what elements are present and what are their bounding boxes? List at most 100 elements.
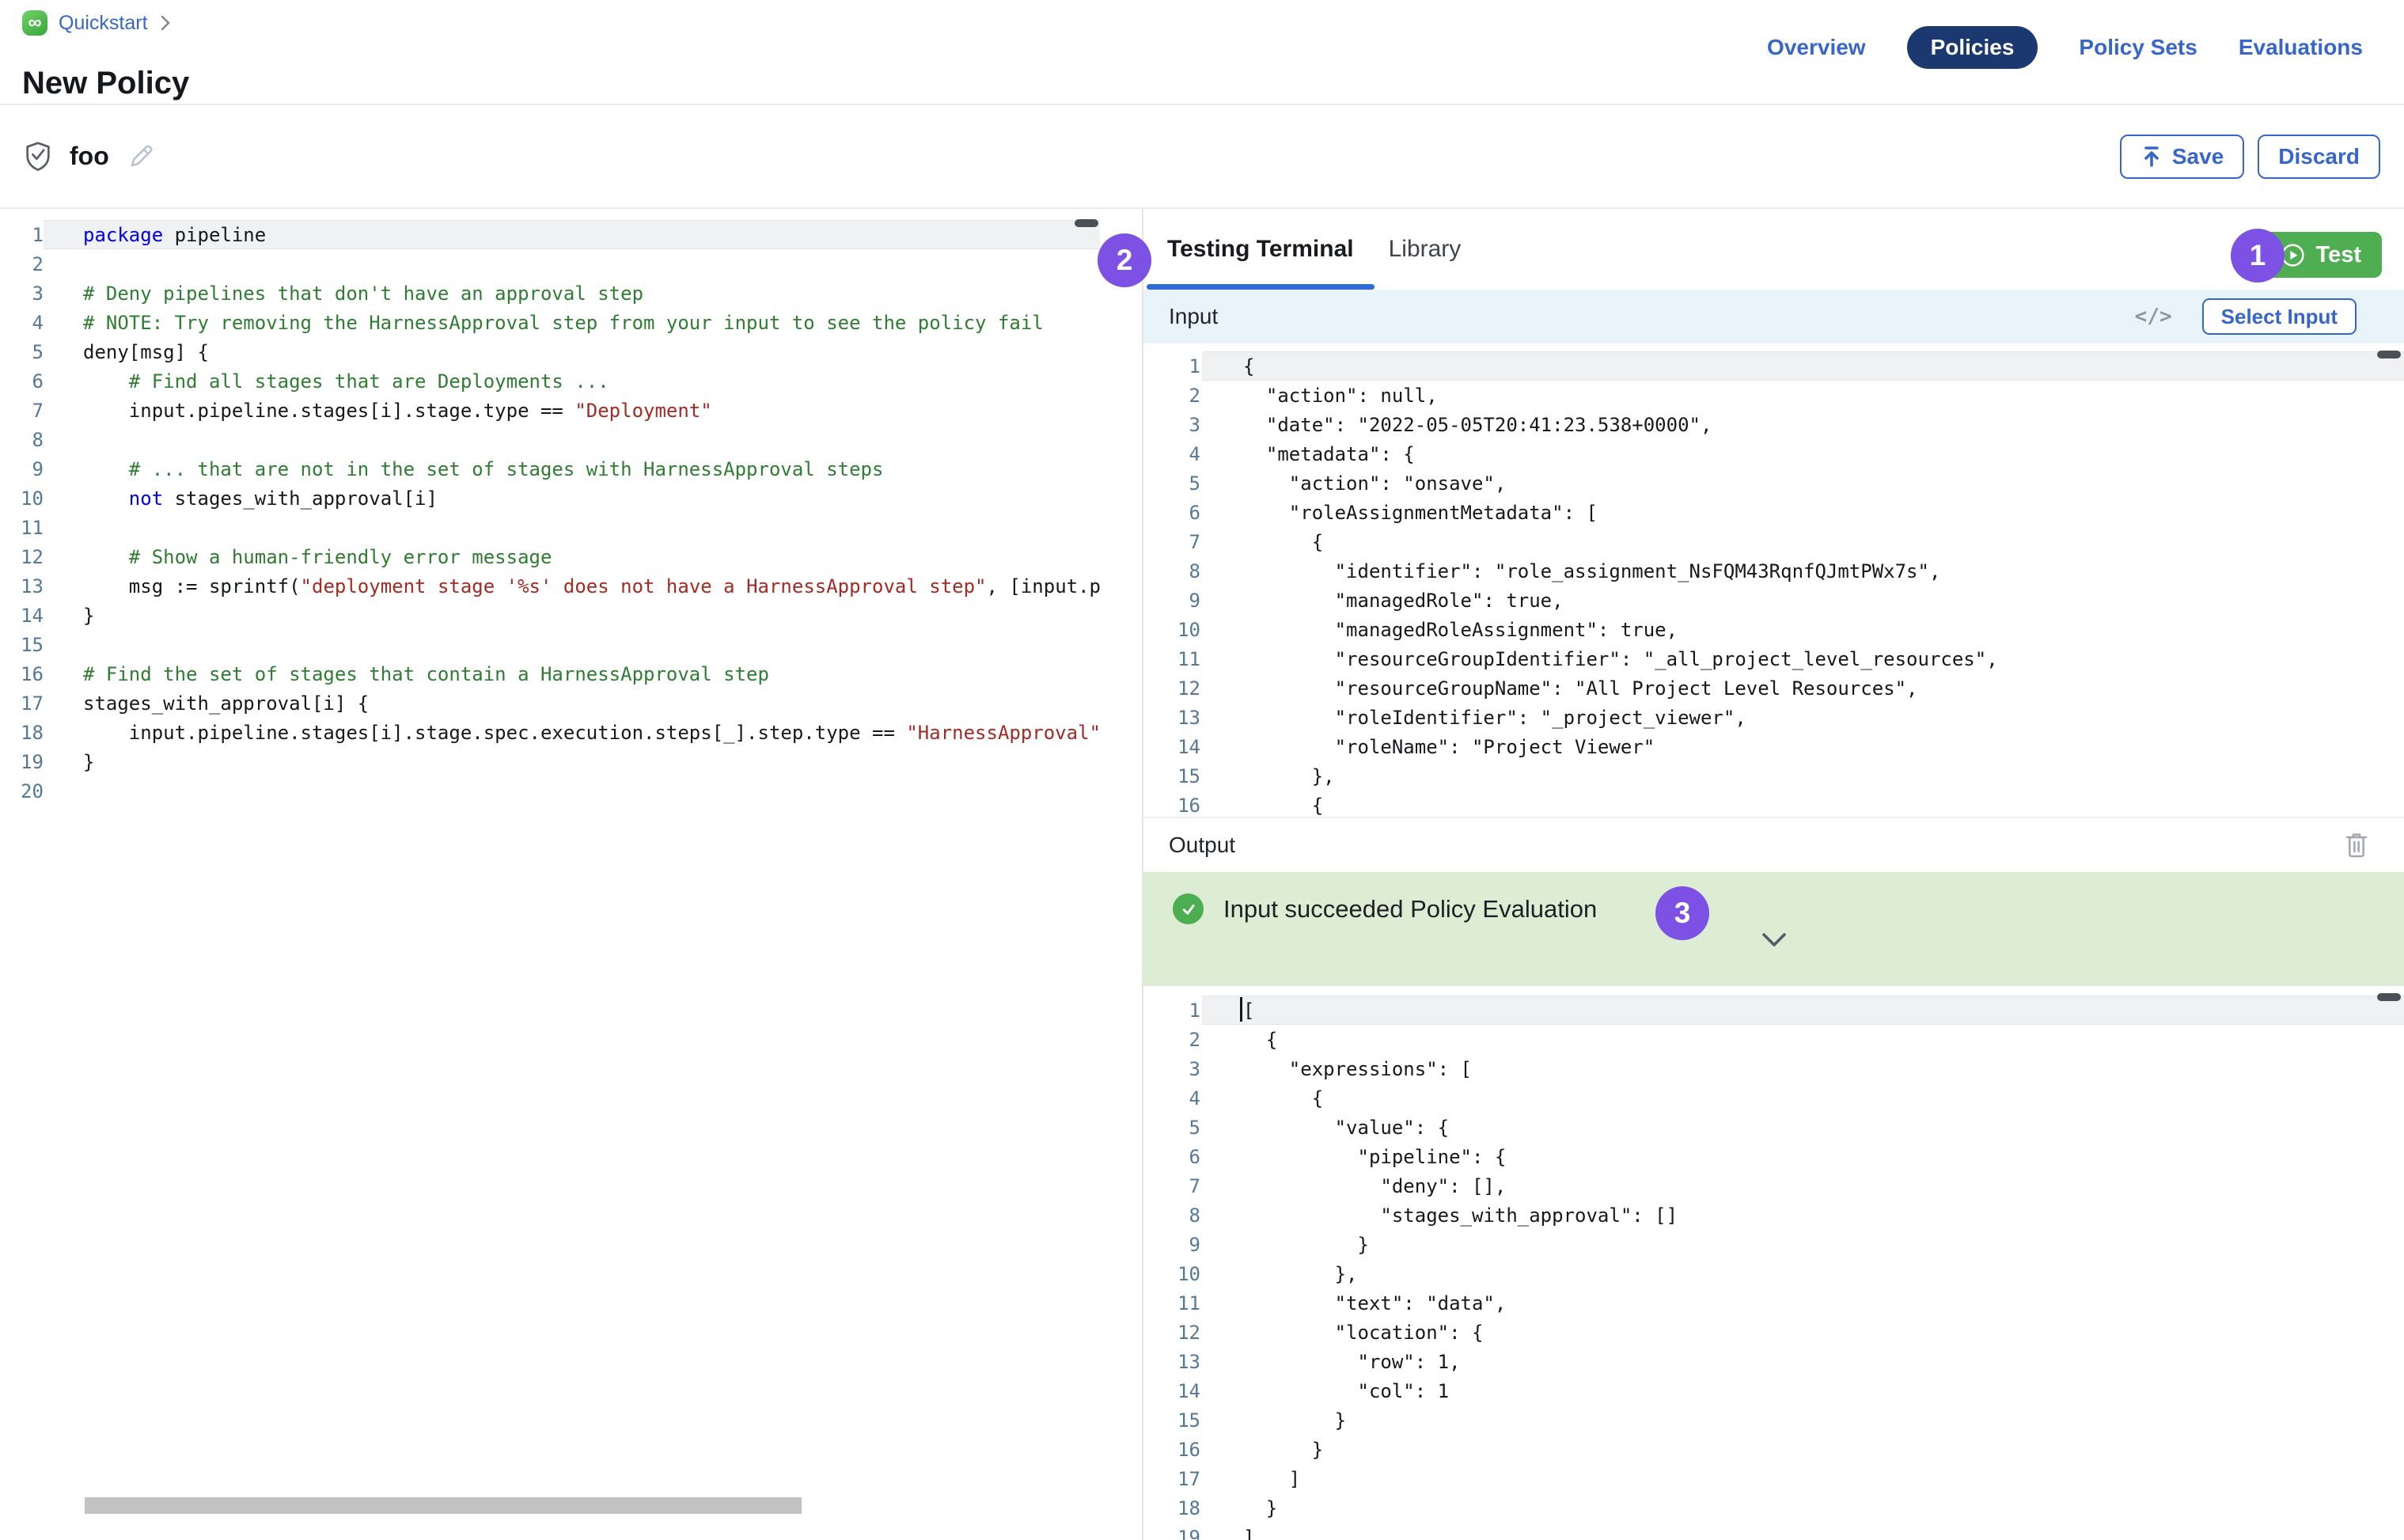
code-line[interactable]: 15 } <box>1143 1405 2404 1435</box>
code-line[interactable]: 18 } <box>1143 1493 2404 1523</box>
code-line[interactable]: 19] <box>1143 1523 2404 1540</box>
line-number: 5 <box>0 341 44 363</box>
line-number: 10 <box>1143 619 1200 641</box>
code-line[interactable]: 12 # Show a human-friendly error message <box>0 542 1100 571</box>
code-line[interactable]: 7 "deny": [], <box>1143 1171 2404 1201</box>
code-line[interactable]: 9 # ... that are not in the set of stage… <box>0 454 1100 484</box>
line-number: 13 <box>0 575 44 597</box>
editor-scrollbar-thumb[interactable] <box>1075 219 1098 227</box>
code-line[interactable]: 2 <box>0 249 1100 279</box>
code-line[interactable]: 7 { <box>1143 527 2404 556</box>
line-number: 1 <box>1143 355 1200 377</box>
code-line[interactable]: 4 { <box>1143 1083 2404 1113</box>
line-number: 10 <box>1143 1263 1200 1285</box>
policy-editor-page: ∞ Quickstart New Policy Overview Policie… <box>0 0 2404 1540</box>
code-line[interactable]: 2 { <box>1143 1025 2404 1054</box>
code-line[interactable]: 5 "action": "onsave", <box>1143 468 2404 498</box>
code-line[interactable]: 2 "action": null, <box>1143 381 2404 410</box>
horizontal-scrollbar[interactable] <box>85 1497 802 1514</box>
output-section-header: Output <box>1143 817 2404 872</box>
code-line[interactable]: 3 "expressions": [ <box>1143 1054 2404 1083</box>
code-line[interactable]: 14 "roleName": "Project Viewer" <box>1143 732 2404 761</box>
input-json-editor[interactable]: 1{2 "action": null,3 "date": "2022-05-05… <box>1143 343 2404 817</box>
policy-toolbar: foo Save Discard <box>0 105 2404 209</box>
policy-identity: foo <box>24 105 155 207</box>
code-line[interactable]: 15 <box>0 630 1100 659</box>
code-line[interactable]: 10 "managedRoleAssignment": true, <box>1143 615 2404 644</box>
code-line[interactable]: 11 "text": "data", <box>1143 1288 2404 1318</box>
line-number: 4 <box>1143 1087 1200 1109</box>
tab-evaluations[interactable]: Evaluations <box>2239 35 2363 60</box>
input-scrollbar-thumb[interactable] <box>2377 351 2401 358</box>
code-line[interactable]: 7 input.pipeline.stages[i].stage.type ==… <box>0 396 1100 425</box>
policy-code-editor[interactable]: 1package pipeline23# Deny pipelines that… <box>0 209 1142 1540</box>
code-line[interactable]: 12 "location": { <box>1143 1318 2404 1347</box>
code-line[interactable]: 14} <box>0 601 1100 630</box>
code-line[interactable]: 8 "identifier": "role_assignment_NsFQM43… <box>1143 556 2404 586</box>
code-line[interactable]: 20 <box>0 776 1100 806</box>
code-line[interactable]: 16 } <box>1143 1435 2404 1464</box>
code-line[interactable]: 9 } <box>1143 1230 2404 1259</box>
tab-overview[interactable]: Overview <box>1767 35 1866 60</box>
code-line[interactable]: 1package pipeline <box>0 220 1100 249</box>
code-view-icon[interactable]: </> <box>2135 305 2172 328</box>
code-line[interactable]: 16# Find the set of stages that contain … <box>0 659 1100 688</box>
code-line[interactable]: 17 ] <box>1143 1464 2404 1493</box>
code-line[interactable]: 15 }, <box>1143 761 2404 791</box>
line-number: 8 <box>0 429 44 451</box>
line-number: 12 <box>1143 677 1200 700</box>
output-json-editor[interactable]: 1[2 {3 "expressions": [4 {5 "value": {6 … <box>1143 986 2404 1540</box>
tab-testing-terminal[interactable]: Testing Terminal <box>1150 209 1371 290</box>
code-line[interactable]: 5 "value": { <box>1143 1113 2404 1142</box>
annotation-2: 2 <box>1098 233 1151 287</box>
code-line[interactable]: 3 "date": "2022-05-05T20:41:23.538+0000"… <box>1143 410 2404 439</box>
code-line[interactable]: 13 "row": 1, <box>1143 1347 2404 1376</box>
code-line[interactable]: 13 msg := sprintf("deployment stage '%s'… <box>0 571 1100 601</box>
breadcrumb: ∞ Quickstart <box>22 10 172 36</box>
save-button[interactable]: Save <box>2120 135 2244 179</box>
code-line[interactable]: 12 "resourceGroupName": "All Project Lev… <box>1143 673 2404 703</box>
evaluation-status-text: Input succeeded Policy Evaluation <box>1223 895 1597 924</box>
code-line[interactable]: 18 input.pipeline.stages[i].stage.spec.e… <box>0 718 1100 747</box>
output-json: 1[2 {3 "expressions": [4 {5 "value": {6 … <box>1143 996 2404 1540</box>
code-line[interactable]: 4 "metadata": { <box>1143 439 2404 468</box>
chevron-right-icon <box>159 13 172 32</box>
line-number: 5 <box>1143 472 1200 495</box>
code-line[interactable]: 11 <box>0 513 1100 542</box>
line-number: 16 <box>0 663 44 685</box>
code-line[interactable]: 14 "col": 1 <box>1143 1376 2404 1405</box>
code-line[interactable]: 16 { <box>1143 791 2404 817</box>
line-number: 2 <box>1143 1029 1200 1051</box>
tab-policies[interactable]: Policies <box>1907 26 2038 69</box>
output-scrollbar-thumb[interactable] <box>2377 993 2401 1001</box>
code-line[interactable]: 8 "stages_with_approval": [] <box>1143 1201 2404 1230</box>
select-input-button[interactable]: Select Input <box>2202 298 2357 335</box>
code-line[interactable]: 1{ <box>1143 351 2404 381</box>
tab-library[interactable]: Library <box>1371 209 1479 290</box>
code-line[interactable]: 4# NOTE: Try removing the HarnessApprova… <box>0 308 1100 337</box>
code-line[interactable]: 6 "roleAssignmentMetadata": [ <box>1143 498 2404 527</box>
code-line[interactable]: 5deny[msg] { <box>0 337 1100 366</box>
code-line[interactable]: 6 # Find all stages that are Deployments… <box>0 366 1100 396</box>
output-title: Output <box>1169 833 1235 858</box>
line-number: 13 <box>1143 707 1200 729</box>
line-number: 16 <box>1143 795 1200 817</box>
policy-code: 1package pipeline23# Deny pipelines that… <box>0 220 1100 806</box>
tab-policy-sets[interactable]: Policy Sets <box>2079 35 2197 60</box>
code-line[interactable]: 13 "roleIdentifier": "_project_viewer", <box>1143 703 2404 732</box>
trash-icon[interactable] <box>2344 831 2369 859</box>
code-line[interactable]: 11 "resourceGroupIdentifier": "_all_proj… <box>1143 644 2404 673</box>
code-line[interactable]: 10 }, <box>1143 1259 2404 1288</box>
code-line[interactable]: 10 not stages_with_approval[i] <box>0 484 1100 513</box>
discard-button[interactable]: Discard <box>2258 135 2380 179</box>
code-line[interactable]: 17stages_with_approval[i] { <box>0 688 1100 718</box>
code-line[interactable]: 19} <box>0 747 1100 776</box>
code-line[interactable]: 3# Deny pipelines that don't have an app… <box>0 279 1100 308</box>
edit-name-icon[interactable] <box>127 142 155 171</box>
code-line[interactable]: 6 "pipeline": { <box>1143 1142 2404 1171</box>
code-line[interactable]: 1[ <box>1143 996 2404 1025</box>
code-line[interactable]: 9 "managedRole": true, <box>1143 586 2404 615</box>
chevron-down-icon[interactable] <box>1759 931 1789 950</box>
code-line[interactable]: 8 <box>0 425 1100 454</box>
breadcrumb-project-link[interactable]: Quickstart <box>59 12 148 35</box>
